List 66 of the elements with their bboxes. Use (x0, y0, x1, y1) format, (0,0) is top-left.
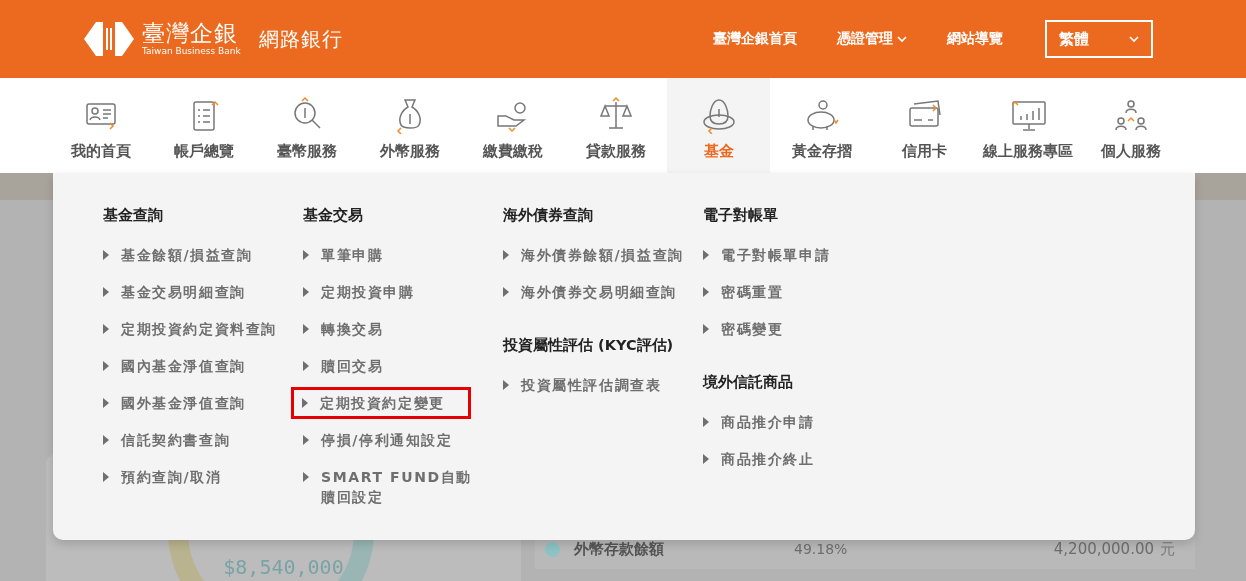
nav-tab[interactable]: 基金 (667, 78, 770, 173)
menu-item[interactable]: 基金餘額/損益查詢 (101, 239, 291, 271)
caret-icon (897, 35, 907, 43)
menu-heading: 電子對帳單 (703, 206, 779, 225)
header-link[interactable]: 憑證管理 (837, 30, 907, 48)
menu-item[interactable]: SMART FUND自動贖回設定 (301, 461, 491, 513)
menu-heading: 投資屬性評估 (KYC評估) (503, 336, 675, 355)
menu-item[interactable]: 預約查詢/取消 (101, 461, 291, 493)
language-select[interactable]: 繁體 (1045, 20, 1153, 58)
menu-item[interactable]: 國外基金淨值查詢 (101, 387, 291, 419)
menu-item[interactable]: 投資屬性評估調查表 (501, 369, 691, 401)
triangle-icon (303, 361, 309, 371)
menu-item[interactable]: 停損/停利通知設定 (301, 424, 491, 456)
triangle-icon (103, 472, 109, 482)
menu-item[interactable]: 國內基金淨值查詢 (101, 350, 291, 382)
menu-item[interactable]: 單筆申購 (301, 239, 491, 271)
triangle-icon (303, 324, 309, 334)
triangle-icon (303, 472, 309, 482)
bank-english-name: Taiwan Business Bank (142, 46, 241, 57)
menu-item[interactable]: 定期投資申購 (301, 276, 491, 308)
caret-icon (1129, 35, 1139, 43)
site-title: 網路銀行 (258, 25, 343, 53)
triangle-icon (103, 435, 109, 445)
menu-heading: 境外信託商品 (703, 373, 794, 392)
triangle-icon (503, 287, 509, 297)
menu-heading: 基金交易 (303, 206, 364, 225)
triangle-icon (103, 287, 109, 297)
menu-item[interactable]: 商品推介終止 (701, 443, 891, 475)
menu-item[interactable]: 信託契約書查詢 (101, 424, 291, 456)
triangle-icon (303, 287, 309, 297)
triangle-icon (503, 250, 509, 260)
logo-icon (84, 22, 134, 56)
menu-item[interactable]: 密碼重置 (701, 276, 891, 308)
menu-heading: 基金查詢 (103, 206, 164, 225)
menu-item[interactable]: 電子對帳單申請 (701, 239, 891, 271)
triangle-icon (703, 417, 709, 427)
row-share: 49.18% (794, 541, 849, 557)
triangle-icon (103, 398, 109, 408)
menu-item[interactable]: 轉換交易 (301, 313, 491, 345)
triangle-icon (303, 435, 309, 445)
menu-item[interactable]: 商品推介申請 (701, 406, 891, 438)
triangle-icon (103, 361, 109, 371)
menu-item[interactable]: 海外債券餘額/損益查詢 (501, 239, 691, 271)
menu-item[interactable]: 海外債券交易明細查詢 (501, 276, 691, 308)
triangle-icon (302, 398, 308, 408)
triangle-icon (503, 380, 509, 390)
header-link[interactable]: 網站導覽 (947, 30, 1003, 48)
menu-item[interactable]: 贖回交易 (301, 350, 491, 382)
triangle-icon (703, 287, 709, 297)
triangle-icon (703, 250, 709, 260)
triangle-icon (703, 454, 709, 464)
total-amount: $8,540,000 (222, 555, 345, 579)
menu-item[interactable]: 密碼變更 (701, 313, 891, 345)
triangle-icon (103, 324, 109, 334)
row-unit: 元 (1160, 539, 1175, 559)
triangle-icon (703, 324, 709, 334)
triangle-icon (103, 250, 109, 260)
row-name: 外幣存款餘額 (574, 539, 665, 559)
header-link[interactable]: 臺灣企銀首頁 (713, 30, 797, 48)
bank-name: 臺灣企銀 (142, 21, 239, 46)
menu-item[interactable]: 基金交易明細查詢 (101, 276, 291, 308)
triangle-icon (303, 250, 309, 260)
menu-item[interactable]: 定期投資約定資料查詢 (101, 313, 291, 345)
row-amount: 4,200,000.00 (1053, 540, 1154, 558)
menu-item[interactable]: 定期投資約定變更 (291, 387, 471, 419)
menu-heading: 海外債券查詢 (503, 206, 594, 225)
